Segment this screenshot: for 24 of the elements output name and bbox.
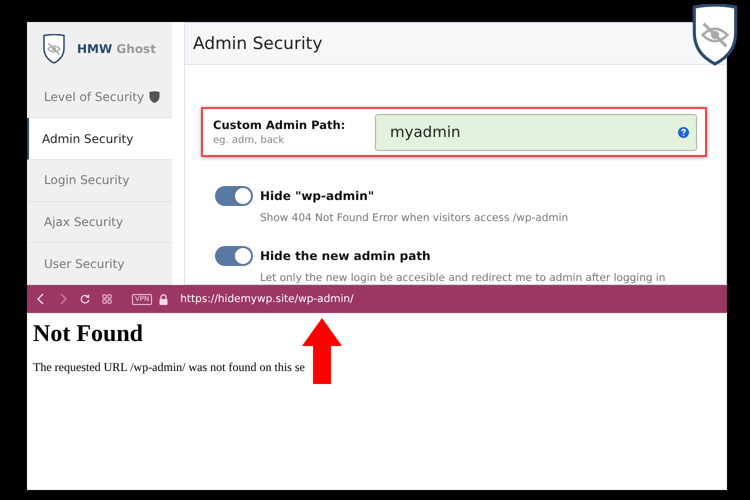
- sidebar-item[interactable]: Ajax Security: [27, 202, 172, 244]
- lock-icon: [159, 294, 168, 304]
- page-heading: Not Found: [33, 321, 144, 348]
- toggle-switch[interactable]: [215, 186, 253, 206]
- address-bar[interactable]: https://hidemywp.site/wp-admin/: [180, 293, 354, 305]
- sidebar-item[interactable]: Admin Security: [27, 118, 172, 160]
- error-message: The requested URL /wp-admin/ was not found on this se: [33, 360, 306, 375]
- field-label: Custom Admin Path:: [213, 118, 346, 132]
- grid-icon[interactable]: [102, 293, 112, 305]
- toggle-switch[interactable]: [215, 246, 253, 266]
- sidebar-item[interactable]: Login Security: [27, 160, 172, 202]
- toggle-label: Hide "wp-admin": [260, 189, 376, 203]
- reload-icon[interactable]: [80, 293, 90, 305]
- toggle-description: Show 404 Not Found Error when visitors access /wp-admin: [260, 212, 570, 224]
- shield-logo-icon: [41, 34, 67, 64]
- field-hint: eg. adm, back: [213, 135, 286, 146]
- help-icon[interactable]: [678, 126, 689, 138]
- panel-title: Admin Security: [193, 34, 322, 54]
- shield-icon: [149, 91, 160, 104]
- path-input-field[interactable]: myadmin: [375, 114, 697, 150]
- toggle-label: Hide the new admin path: [260, 249, 432, 263]
- brand-name: HMW Ghost: [77, 42, 156, 56]
- toggle-description: Let only the new login be accesible and redirect me to admin after logging in: [260, 272, 666, 284]
- back-icon[interactable]: [36, 293, 46, 305]
